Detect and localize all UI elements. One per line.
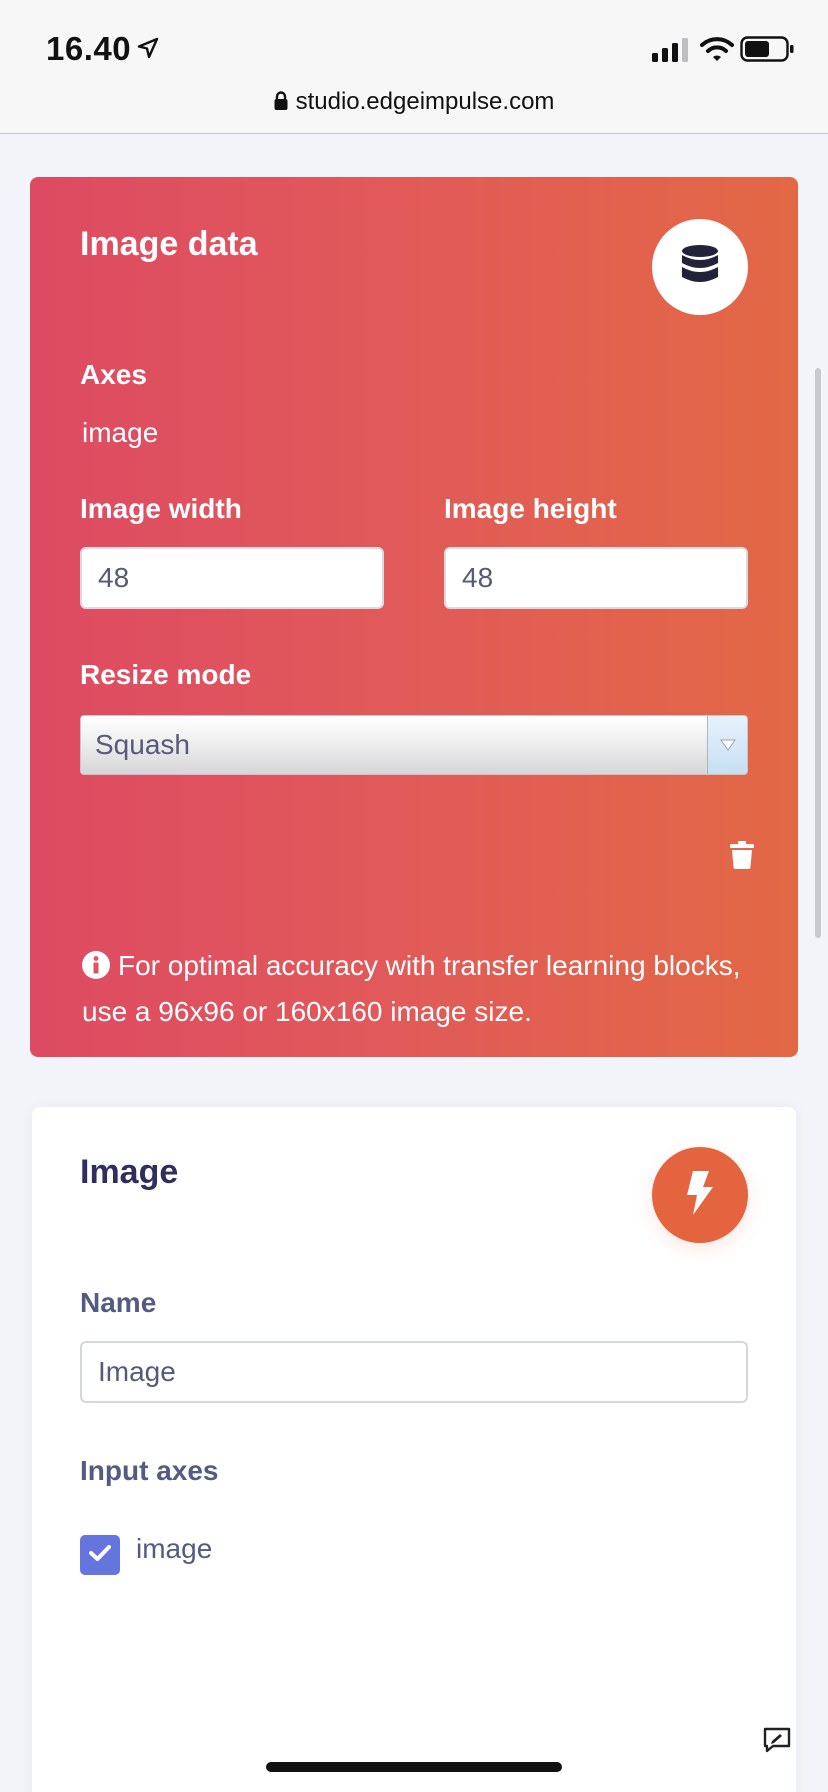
cellular-signal-icon	[652, 38, 690, 67]
scrollbar[interactable]	[815, 368, 821, 938]
card-title: Image	[80, 1153, 179, 1191]
feedback-icon[interactable]	[762, 1726, 792, 1759]
lock-icon	[274, 90, 288, 118]
image-height-input[interactable]: 48	[444, 547, 748, 609]
address-bar[interactable]: studio.edgeimpulse.com	[0, 88, 828, 118]
image-height-label: Image height	[444, 493, 617, 524]
location-arrow-icon	[136, 36, 160, 65]
database-button	[652, 219, 748, 315]
wifi-icon	[700, 36, 734, 67]
name-value: Image	[98, 1356, 176, 1387]
battery-icon	[740, 36, 796, 67]
image-width-label: Image width	[80, 493, 242, 524]
image-width-input[interactable]: 48	[80, 547, 384, 609]
url-text: studio.edgeimpulse.com	[295, 88, 555, 115]
card-title: Image data	[80, 225, 258, 263]
image-axis-label[interactable]: image	[136, 1533, 212, 1565]
image-card: Image Name Image Input axes image	[32, 1107, 796, 1792]
info-icon	[82, 949, 110, 991]
image-width-value: 48	[98, 562, 130, 593]
processing-block-button	[652, 1147, 748, 1243]
image-axis-checkbox[interactable]	[80, 1535, 120, 1575]
image-data-card: Image data Axes image Image width Image …	[30, 177, 798, 1057]
info-message: For optimal accuracy with transfer learn…	[82, 945, 742, 1033]
info-text: For optimal accuracy with transfer learn…	[82, 950, 741, 1027]
lightning-icon	[683, 1170, 717, 1220]
resize-mode-value: Squash	[95, 729, 190, 760]
axes-value: image	[82, 417, 159, 448]
name-label: Name	[80, 1287, 157, 1318]
home-indicator[interactable]	[266, 1762, 562, 1772]
input-axes-label: Input axes	[80, 1455, 219, 1486]
name-input[interactable]: Image	[80, 1341, 748, 1403]
resize-mode-label: Resize mode	[80, 659, 252, 690]
checkmark-icon	[89, 1544, 111, 1567]
trash-icon[interactable]	[730, 841, 754, 874]
axes-label: Axes	[80, 359, 147, 390]
resize-mode-select[interactable]: Squash	[80, 715, 748, 775]
status-bar: 16.40 studio.edgeimpulse.com	[0, 0, 828, 134]
clock: 16.40	[46, 30, 132, 67]
image-height-value: 48	[462, 562, 494, 593]
database-icon	[680, 244, 720, 291]
dropdown-arrow-icon[interactable]	[707, 716, 747, 774]
